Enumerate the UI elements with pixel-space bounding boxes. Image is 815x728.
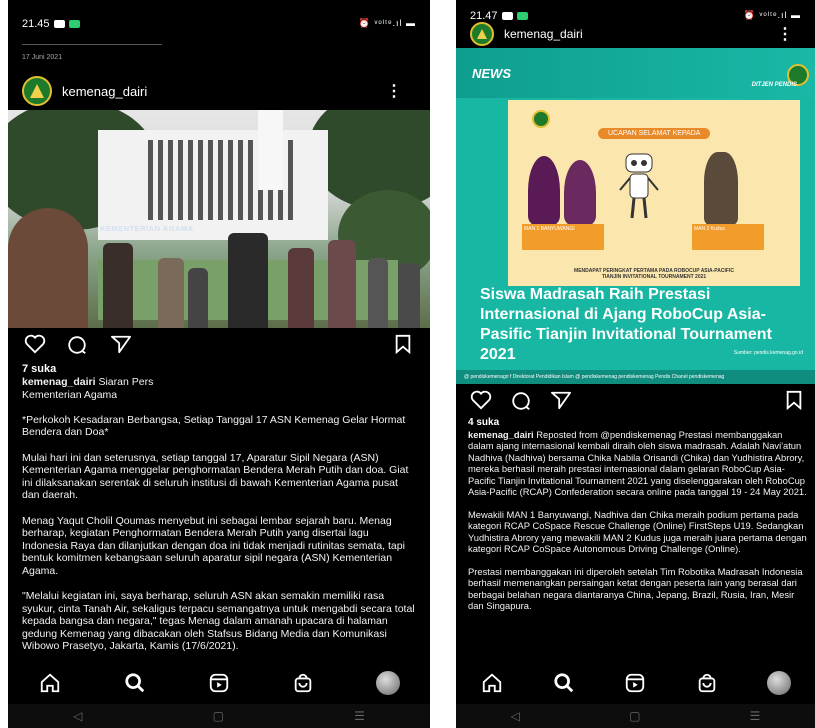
post-actions <box>456 390 815 416</box>
ditjen-label: DITJEN PENDIS <box>751 82 797 88</box>
post-header: kemenag_dairi ⋮ <box>22 76 430 106</box>
caption-lead: Siaran Pers <box>98 376 154 388</box>
divider <box>22 44 162 45</box>
avatar[interactable] <box>470 22 494 46</box>
home-button-icon[interactable]: ▢ <box>213 709 224 723</box>
more-options-icon[interactable]: ⋮ <box>777 24 793 44</box>
home-button-icon[interactable]: ▢ <box>629 709 640 723</box>
notification-icon <box>501 12 513 20</box>
share-icon[interactable] <box>550 390 572 410</box>
back-icon[interactable]: ◁ <box>511 709 520 723</box>
poster-name-band: MAN 1 BANYUWANGI <box>522 224 604 250</box>
poster: UCAPAN SELAMAT KEPADA MAN 1 BANYUWANGI M… <box>508 100 800 286</box>
news-tag: NEWS <box>472 66 511 81</box>
like-heart-icon[interactable] <box>24 334 46 354</box>
poster-title: UCAPAN SELAMAT KEPADA <box>598 128 711 139</box>
search-icon[interactable] <box>122 670 148 696</box>
profile-avatar-icon[interactable] <box>766 670 792 696</box>
right-phone-screen: 21.47 ⏰ ᵛᵒˡᵗᵉ.ıl ▬ kemenag_dairi ⋮ NEWS … <box>456 0 815 728</box>
system-status-icons: ⏰ ᵛᵒˡᵗᵉ.ıl ▬ <box>743 10 801 20</box>
comment-icon[interactable] <box>510 390 532 412</box>
home-icon[interactable] <box>479 670 505 696</box>
bottom-nav <box>456 662 815 704</box>
recents-icon[interactable]: ☰ <box>354 709 365 723</box>
caption-paragraph: Prestasi membanggakan ini diperoleh sete… <box>468 565 803 612</box>
poster-name-band: MAN 2 Kudus <box>692 224 764 250</box>
social-strip: @ pendiskemenagri f Direktorat Pendidika… <box>456 370 815 384</box>
post-actions <box>8 334 430 360</box>
like-heart-icon[interactable] <box>470 390 492 410</box>
caption-paragraph: *Perkokoh Kesadaran Berbangsa, Setiap Ta… <box>22 413 406 439</box>
comment-icon[interactable] <box>66 334 88 356</box>
system-nav-bar: ◁ ▢ ☰ <box>8 704 430 728</box>
shop-icon[interactable] <box>290 670 316 696</box>
poster-subtitle: MENDAPAT PERINGKAT PERTAMA PADA ROBOCUP … <box>574 268 734 280</box>
caption-paragraph: "Melalui kegiatan ini, saya berharap, se… <box>22 590 415 653</box>
shop-icon[interactable] <box>694 670 720 696</box>
bookmark-icon[interactable] <box>394 334 412 354</box>
caption-paragraph: Menag Yaqut Cholil Qoumas menyebut ini s… <box>22 514 405 577</box>
system-status-icons: ⏰ ᵛᵒˡᵗᵉ.ıl ▬ <box>358 18 416 28</box>
robot-illustration <box>619 153 659 219</box>
left-phone-screen: 21.45 ⏰ ᵛᵒˡᵗᵉ.ıl ▬ 17 Juni 2021 kemenag_… <box>8 0 430 728</box>
caption-username[interactable]: kemenag_dairi <box>468 429 534 440</box>
status-bar: 21.45 ⏰ ᵛᵒˡᵗᵉ.ıl ▬ <box>8 0 430 32</box>
username[interactable]: kemenag_dairi <box>504 27 583 41</box>
bottom-nav <box>8 662 430 704</box>
whatsapp-icon <box>68 20 80 28</box>
news-image[interactable]: NEWS DITJEN PENDIS UCAPAN SELAMAT KEPADA… <box>456 48 815 384</box>
post-date: 17 Juni 2021 <box>22 54 63 61</box>
reels-icon[interactable] <box>622 670 648 696</box>
system-nav-bar: ◁ ▢ ☰ <box>456 704 815 728</box>
post-caption: kemenag_dairi Siaran Pers Kementerian Ag… <box>22 376 416 666</box>
recents-icon[interactable]: ☰ <box>750 709 761 723</box>
post-photo[interactable]: KEMENTERIAN AGAMA <box>8 110 430 328</box>
source-credit: Sumber: pendis.kemenag.go.id <box>733 350 803 356</box>
status-time: 21.47 <box>470 10 498 22</box>
caption-username[interactable]: kemenag_dairi <box>22 376 96 388</box>
share-icon[interactable] <box>110 334 132 354</box>
more-options-icon[interactable]: ⋮ <box>386 81 402 101</box>
building-sign: KEMENTERIAN AGAMA <box>100 224 194 233</box>
avatar[interactable] <box>22 76 52 106</box>
back-icon[interactable]: ◁ <box>73 709 82 723</box>
notification-icon <box>53 20 65 28</box>
post-caption: kemenag_dairi Reposted from @pendiskemen… <box>468 429 808 624</box>
post-header: kemenag_dairi ⋮ <box>470 22 815 46</box>
search-icon[interactable] <box>551 670 577 696</box>
caption-paragraph: Mewakili MAN 1 Banyuwangi, Nadhiva dan C… <box>468 508 807 555</box>
bookmark-icon[interactable] <box>785 390 803 410</box>
status-time: 21.45 <box>22 18 50 30</box>
profile-avatar-icon[interactable] <box>375 670 401 696</box>
caption-paragraph: Mulai hari ini dan seterusnya, setiap ta… <box>22 451 409 502</box>
whatsapp-icon <box>516 12 528 20</box>
username[interactable]: kemenag_dairi <box>62 84 147 99</box>
like-count[interactable]: 7 suka <box>22 363 56 375</box>
like-count[interactable]: 4 suka <box>468 417 499 428</box>
caption-paragraph: Kementerian Agama <box>22 388 118 401</box>
home-icon[interactable] <box>37 670 63 696</box>
reels-icon[interactable] <box>206 670 232 696</box>
